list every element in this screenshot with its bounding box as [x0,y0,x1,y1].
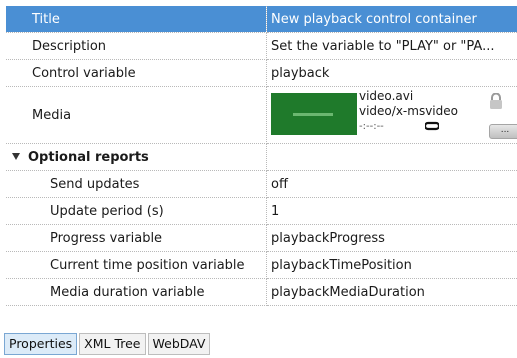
property-key: Update period (s) [50,203,164,219]
title-key: Title [32,11,60,27]
property-row-send-updates[interactable]: Send updates off [6,170,517,198]
tab-bar: Properties XML Tree WebDAV [4,333,211,355]
tab-properties[interactable]: Properties [4,333,78,355]
property-row-control-variable[interactable]: Control variable playback [6,59,517,87]
media-time: -:--:-- [359,121,384,132]
lock-icon[interactable] [489,93,503,109]
properties-panel: Title New playback control container Des… [0,0,517,358]
media-filename: video.avi [359,89,414,103]
optional-reports-section[interactable]: Optional reports [6,143,517,171]
property-key: Description [32,38,107,54]
video-thumbnail[interactable] [271,93,357,135]
property-row-description[interactable]: Description Set the variable to "PLAY" o… [6,32,517,60]
title-value[interactable]: New playback control container [266,6,517,33]
property-key: Send updates [50,176,140,192]
property-value[interactable]: playbackProgress [266,224,517,252]
property-row-media[interactable]: Media video.avi video/x-msvideo -:--:-- [6,86,517,144]
tab-webdav[interactable]: WebDAV [147,333,211,355]
property-value[interactable]: 1 [266,197,517,225]
media-field: video.avi video/x-msvideo -:--:-- ... [271,87,517,143]
property-value[interactable]: Set the variable to "PLAY" or "PA... [266,32,517,60]
property-row-time-position[interactable]: Current time position variable playbackT… [6,251,517,279]
tab-xml-tree[interactable]: XML Tree [79,333,146,355]
property-key: Media [32,107,72,123]
property-key: Control variable [32,65,136,81]
property-key: Media duration variable [50,284,205,300]
property-row-update-period[interactable]: Update period (s) 1 [6,197,517,225]
property-row-progress-variable[interactable]: Progress variable playbackProgress [6,224,517,252]
media-mime-type: video/x-msvideo [359,104,458,118]
more-button[interactable]: ... [489,124,517,139]
property-value[interactable]: playbackTimePosition [266,251,517,279]
property-value[interactable]: off [266,170,517,198]
title-row[interactable]: Title New playback control container [6,6,517,33]
property-key: Progress variable [50,230,163,246]
property-value[interactable]: playbackMediaDuration [266,278,517,306]
property-value[interactable]: playback [266,59,517,87]
property-row-media-duration[interactable]: Media duration variable playbackMediaDur… [6,278,517,306]
properties-table: Title New playback control container Des… [6,6,517,306]
property-key: Current time position variable [50,257,245,273]
loop-icon[interactable] [425,121,439,131]
section-label: Optional reports [28,149,149,165]
collapse-triangle-icon[interactable] [12,152,20,160]
